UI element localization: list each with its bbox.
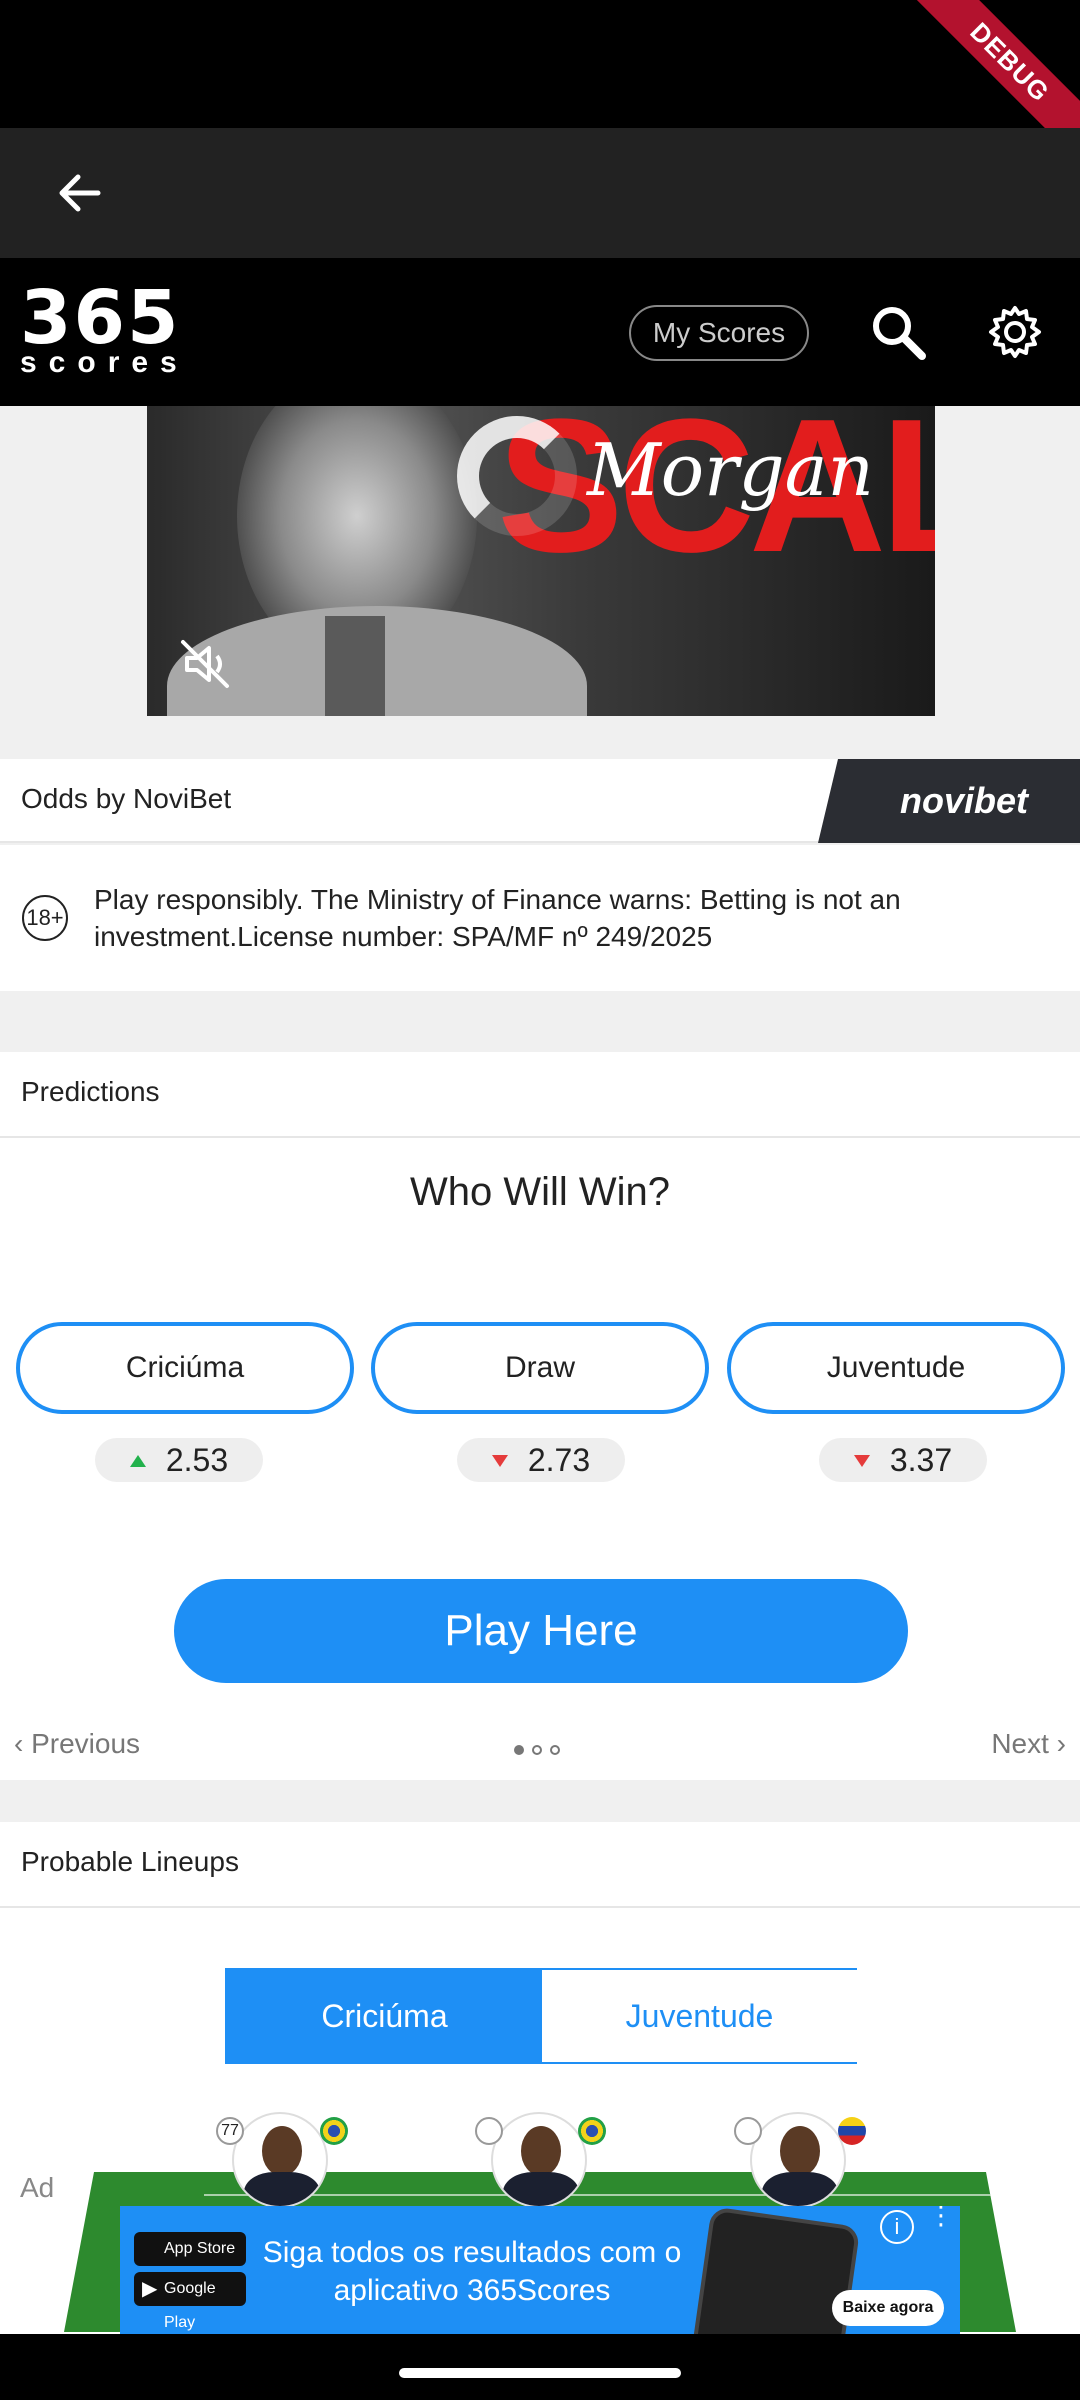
trend-up-icon [129, 1455, 146, 1467]
team-toggle: Criciúma Juventude [225, 1968, 857, 2064]
app-screen: DEBUG 365 scores My Scores SCALL [0, 0, 1080, 2400]
home-odd-value: 2.53 [165, 1442, 229, 1478]
page-dot [532, 1745, 542, 1755]
ad-headline: Siga todos os resultados com o aplicativ… [262, 2236, 682, 2307]
play-here-button[interactable]: Play Here [174, 1579, 908, 1683]
predictions-card: Predictions Who Will Win? Criciúma Draw … [0, 1052, 1080, 1780]
lineups-title: Probable Lineups [21, 1846, 239, 1877]
promo-video[interactable]: SCALLEY Morgan [147, 406, 935, 716]
chevron-right-icon: › [1048, 1728, 1066, 1759]
previous-label: Previous [31, 1728, 141, 1759]
away-odd-value: 3.37 [889, 1442, 953, 1478]
ad-banner[interactable]: App Store ▶ Google Play Siga todos os res… [120, 2206, 960, 2336]
draw-odd: 2.73 [457, 1438, 625, 1482]
pick-home-button[interactable]: Criciúma [16, 1322, 354, 1414]
previous-button[interactable]: ‹ Previous [14, 1728, 140, 1760]
app-store-label: App Store [164, 2240, 236, 2257]
tab-criciuma[interactable]: Criciúma [227, 1970, 542, 2062]
status-bar: DEBUG [0, 0, 1080, 177]
odds-header: Odds by NoviBet novibet [0, 759, 1080, 843]
pick-away-button[interactable]: Juventude [727, 1322, 1065, 1414]
logo-word: scores [20, 346, 189, 379]
predictions-title: Predictions [21, 1076, 160, 1107]
google-play-badge[interactable]: ▶ Google Play [134, 2272, 246, 2331]
mute-icon[interactable] [177, 636, 233, 692]
back-button[interactable] [50, 163, 130, 223]
ad-label: Ad [20, 2172, 55, 2203]
home-indicator[interactable] [399, 2368, 681, 2378]
brazil-flag-icon [578, 2117, 606, 2145]
page-dot [514, 1745, 524, 1755]
disclaimer-text: Play responsibly. The Ministry of Financ… [94, 884, 901, 952]
next-label: Next [991, 1728, 1049, 1759]
shirt-number-badge: 77 [216, 2117, 244, 2145]
age-18-badge: 18+ [22, 895, 68, 941]
player-avatar[interactable] [232, 2112, 328, 2208]
chevron-left-icon: ‹ [14, 1728, 32, 1759]
app-store-badge[interactable]: App Store [134, 2232, 246, 2266]
responsible-gambling-notice: 18+ Play responsibly. The Ministry of Fi… [0, 845, 1080, 991]
away-odd: 3.37 [819, 1438, 987, 1482]
trend-down-icon [491, 1455, 508, 1467]
play-icon: ▶ [142, 2278, 158, 2300]
ad-cta-button[interactable]: Baixe agora [832, 2290, 944, 2326]
pick-draw-button[interactable]: Draw [371, 1322, 709, 1414]
app-bar [0, 128, 1080, 258]
draw-odd-value: 2.73 [527, 1442, 591, 1478]
venezuela-flag-icon [838, 2117, 866, 2145]
home-odd: 2.53 [95, 1438, 263, 1482]
system-nav-bar [0, 2334, 1080, 2400]
365scores-logo[interactable]: 365 scores [20, 275, 189, 379]
back-arrow-icon [59, 174, 101, 212]
page-indicator [514, 1742, 570, 1755]
info-icon[interactable]: i [880, 2210, 914, 2244]
pitch-line [204, 2194, 1004, 2196]
tab-juventude[interactable]: Juventude [542, 1970, 857, 2062]
next-button[interactable]: Next › [991, 1728, 1066, 1760]
more-vert-icon[interactable]: ⋮ [928, 2206, 954, 2244]
promo-tie [325, 616, 385, 716]
trend-down-icon [853, 1455, 870, 1467]
brazil-flag-icon [320, 2117, 348, 2145]
promo-script-text: Morgan [587, 428, 874, 512]
brand-header: 365 scores My Scores [0, 258, 1080, 406]
my-scores-button[interactable]: My Scores [629, 305, 809, 361]
promo-ring [457, 416, 577, 536]
gear-icon[interactable] [985, 302, 1045, 362]
novibet-logo[interactable]: novibet [818, 759, 1080, 843]
empty-badge [475, 2117, 503, 2145]
divider [0, 1136, 1080, 1138]
google-play-label: Google Play [164, 2280, 216, 2331]
divider [0, 1906, 1080, 1908]
logo-number: 365 [20, 275, 181, 361]
page-dot [550, 1745, 560, 1755]
player-avatar[interactable] [750, 2112, 846, 2208]
player-avatar[interactable] [491, 2112, 587, 2208]
search-icon[interactable] [868, 302, 928, 362]
prediction-question: Who Will Win? [409, 1170, 671, 1214]
empty-badge [734, 2117, 762, 2145]
odds-title: Odds by NoviBet [21, 783, 232, 814]
